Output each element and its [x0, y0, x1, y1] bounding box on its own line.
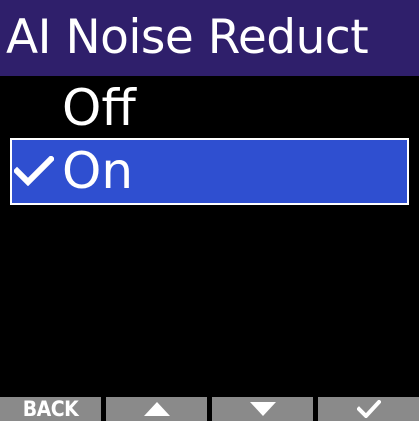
option-off[interactable]: Off	[10, 75, 409, 142]
down-arrow-icon	[249, 402, 276, 416]
option-off-label: Off	[62, 79, 136, 137]
up-button[interactable]	[106, 397, 207, 421]
back-button-label: BACK	[22, 397, 79, 421]
back-button[interactable]: BACK	[0, 397, 101, 421]
option-on-label: On	[62, 142, 134, 200]
page-title: AI Noise Reduct	[0, 0, 419, 76]
confirm-button[interactable]	[318, 397, 419, 421]
down-button[interactable]	[212, 397, 313, 421]
up-arrow-icon	[143, 402, 170, 416]
option-on[interactable]: On	[10, 138, 409, 205]
check-icon	[14, 156, 54, 186]
footer-bar: BACK	[0, 397, 419, 421]
check-icon	[356, 400, 381, 418]
device-screen: AI Noise Reduct Off On BACK	[0, 0, 419, 421]
